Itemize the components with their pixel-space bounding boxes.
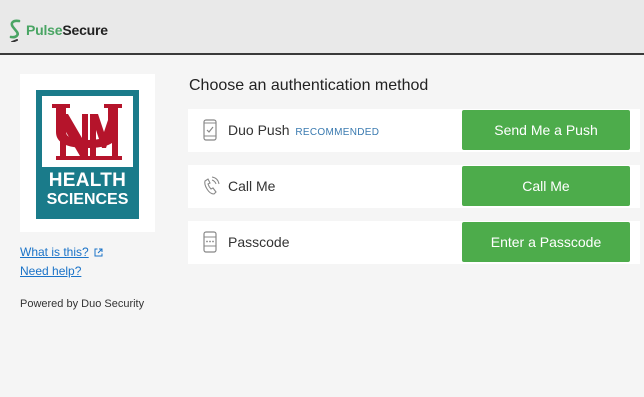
method-duo-push: Duo Push RECOMMENDED Send Me a Push (188, 109, 640, 152)
method-label: Call Me (228, 178, 275, 194)
app-header: PulseSecure (0, 0, 644, 55)
recommended-badge: RECOMMENDED (295, 127, 380, 138)
page-title: Choose an authentication method (189, 77, 429, 94)
logo-health-text: HEALTH (48, 170, 127, 191)
logo-sciences-text: SCIENCES (46, 191, 129, 208)
unm-monogram-icon (52, 104, 122, 160)
method-name: Passcode (228, 234, 290, 250)
sidebar: HEALTH SCIENCES What is this? Need help?… (20, 74, 155, 310)
phone-check-icon (203, 119, 217, 141)
powered-by-text: Powered by Duo Security (20, 298, 145, 310)
brand-name: PulseSecure (26, 22, 108, 38)
passcode-device-icon (203, 231, 217, 253)
enter-passcode-button[interactable]: Enter a Passcode (462, 222, 630, 262)
pulse-secure-logo: PulseSecure (8, 18, 108, 42)
unm-health-sciences-logo: HEALTH SCIENCES (36, 90, 139, 219)
pulse-secure-mark-icon (9, 19, 21, 42)
what-is-this-label: What is this? (20, 245, 89, 259)
need-help-link[interactable]: Need help? (20, 264, 81, 278)
method-name: Duo Push (228, 122, 290, 138)
send-push-button[interactable]: Send Me a Push (462, 110, 630, 150)
method-passcode: Passcode Enter a Passcode (188, 221, 640, 264)
unm-monogram (42, 96, 133, 167)
brand-secure: Secure (62, 22, 108, 38)
organization-logo-box: HEALTH SCIENCES (20, 74, 155, 232)
what-is-this-link[interactable]: What is this? (20, 245, 103, 259)
brand-pulse: Pulse (26, 22, 63, 38)
phone-call-icon (204, 176, 220, 195)
call-me-button[interactable]: Call Me (462, 166, 630, 206)
external-link-icon (94, 248, 103, 257)
method-call-me: Call Me Call Me (188, 165, 640, 208)
method-name: Call Me (228, 178, 276, 194)
method-label: Duo Push RECOMMENDED (228, 122, 379, 138)
method-label: Passcode (228, 234, 289, 250)
